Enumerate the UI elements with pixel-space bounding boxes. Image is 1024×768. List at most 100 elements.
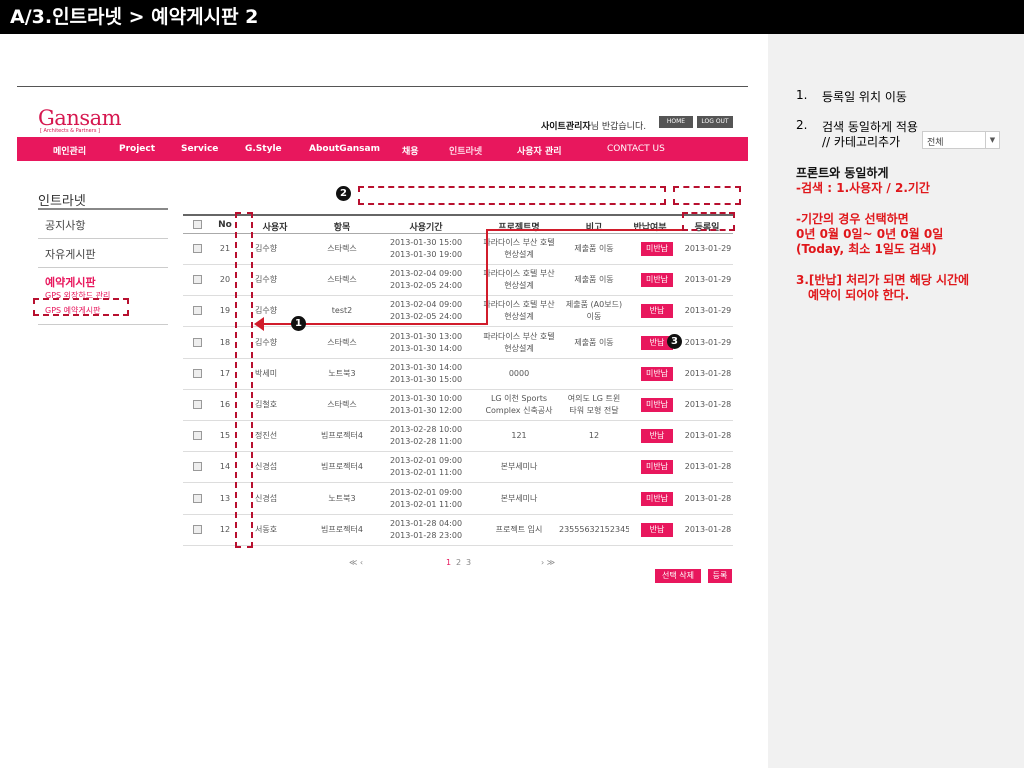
row-period-end: 2013-01-30 19:00: [389, 250, 463, 259]
row-return-status-button[interactable]: 반납: [641, 429, 673, 444]
row-item: 노트북3: [328, 368, 356, 378]
pager-page-2[interactable]: 2: [456, 558, 461, 567]
row-checkbox[interactable]: [193, 306, 202, 316]
chevron-down-icon: ▼: [985, 132, 999, 148]
row-user: 신경섭: [255, 493, 278, 503]
select-all-checkbox[interactable]: [193, 220, 202, 229]
row-note-line1: 여의도 LG 트윈: [567, 394, 621, 403]
row-item: 빔프로젝터4: [321, 462, 363, 472]
table-row[interactable]: 13 신경섭 노트북3 2013-02-01 09:00 2013-02-01 11:0…: [183, 484, 733, 515]
sidebar-item-free-board[interactable]: 자유게시판: [45, 246, 96, 262]
row-item: 빔프로젝터4: [321, 524, 363, 534]
row-note-line1: 제출품 이동: [574, 337, 614, 347]
row-checkbox[interactable]: [193, 400, 202, 409]
table-row[interactable]: 15 정진선 빔프로젝터4 2013-02-28 10:00 2013-02-28 11…: [183, 421, 733, 453]
row-note-line1: 제출품 이동: [574, 275, 614, 285]
home-button[interactable]: HOME: [659, 116, 693, 128]
annotation-reg-date-header-box: [682, 212, 735, 231]
table-row[interactable]: 21 김수향 스타렉스 2013-01-30 15:00 2013-01-30 19:0…: [183, 234, 733, 265]
annotation-search-box: [358, 186, 666, 205]
row-reg-date: 2013-01-29: [684, 306, 732, 316]
nav-contact[interactable]: CONTACT US: [607, 144, 665, 154]
row-checkbox[interactable]: [193, 244, 202, 253]
table-header: No 사용자 항목 사용기간 프로젝트명 비고 반납여부 등록일: [183, 214, 733, 234]
row-checkbox[interactable]: [193, 337, 202, 347]
table-row[interactable]: 16 김철호 스타렉스 2013-01-30 10:00 2013-01-30 12:0…: [183, 390, 733, 421]
row-return-status-button[interactable]: 미반납: [641, 398, 673, 412]
annotation-arrow-line: [486, 229, 682, 231]
row-note-line2: 타워 모형 전달: [569, 406, 619, 415]
row-reg-date: 2013-01-28: [684, 524, 732, 534]
note-1-text: 등록일 위치 이동: [822, 90, 907, 104]
main-nav: 메인관리 Project Service G.Style AboutGansam…: [17, 137, 748, 161]
row-no: 13: [219, 493, 231, 503]
col-project: 프로젝트명: [498, 223, 540, 233]
row-no: 15: [219, 431, 231, 441]
sidebar-divider: [38, 238, 168, 239]
row-item: 스타렉스: [327, 275, 357, 285]
row-item: 스타렉스: [327, 244, 357, 253]
nav-user-admin[interactable]: 사용자 관리: [517, 144, 562, 157]
row-note-line1: 12: [588, 431, 600, 441]
nav-about[interactable]: AboutGansam: [309, 144, 380, 154]
nav-intranet[interactable]: 인트라넷: [449, 144, 482, 157]
slide-title: A/3.인트라넷 > 예약게시판 2: [0, 0, 1024, 34]
nav-recruit[interactable]: 채용: [402, 144, 419, 157]
pager-page-1[interactable]: 1: [446, 558, 451, 567]
row-return-status-button[interactable]: 반납: [641, 304, 673, 319]
row-period-end: 2013-02-28 11:00: [389, 437, 463, 447]
delete-selected-button[interactable]: 선택 삭제: [655, 569, 701, 583]
nav-service[interactable]: Service: [181, 144, 218, 154]
table-row[interactable]: 20 김수향 스타렉스 2013-02-04 09:00 2013-02-05 24:0…: [183, 265, 733, 297]
nav-project[interactable]: Project: [119, 144, 155, 154]
row-note-line1: 제출품 (A0보드): [565, 300, 623, 310]
row-no: 16: [219, 400, 231, 409]
nav-gstyle[interactable]: G.Style: [245, 144, 282, 154]
row-no: 21: [219, 244, 231, 253]
row-period-start: 2013-02-01 09:00: [389, 487, 463, 497]
row-user: 박세미: [255, 368, 278, 378]
row-return-status-button[interactable]: 미반납: [641, 460, 673, 475]
row-checkbox[interactable]: [193, 275, 202, 285]
row-reg-date: 2013-01-28: [684, 462, 732, 472]
row-checkbox[interactable]: [193, 493, 202, 503]
table-row[interactable]: 14 신경섭 빔프로젝터4 2013-02-01 09:00 2013-02-01 11…: [183, 452, 733, 484]
row-checkbox[interactable]: [193, 368, 202, 378]
row-user: 김수향: [255, 337, 278, 347]
row-project-line2: 현상설계: [504, 343, 534, 353]
nav-main-admin[interactable]: 메인관리: [53, 144, 86, 157]
row-checkbox[interactable]: [193, 431, 202, 441]
row-return-status-button[interactable]: 미반납: [641, 366, 673, 381]
sidebar-item-reservation[interactable]: 예약게시판: [45, 274, 96, 290]
row-period-end: 2013-02-05 24:00: [389, 312, 463, 322]
row-no: 17: [219, 368, 231, 378]
register-button[interactable]: 등록: [708, 569, 732, 583]
row-checkbox[interactable]: [193, 524, 202, 534]
table-row[interactable]: 12 서동호 빔프로젝터4 2013-01-28 04:00 2013-01-28 23…: [183, 515, 733, 546]
pager-prev-buttons[interactable]: ≪ ‹: [349, 558, 363, 567]
row-item: 노트북3: [328, 493, 356, 503]
row-reg-date: 2013-01-29: [684, 275, 732, 285]
table-row[interactable]: 17 박세미 노트북3 2013-01-30 14:00 2013-01-30 15:0…: [183, 359, 733, 390]
table-row[interactable]: 18 김수향 스타렉스 2013-01-30 13:00 2013-01-30 14:0…: [183, 328, 733, 359]
row-project-line1: 0000: [508, 368, 530, 378]
row-note-line1: 제출품 이동: [574, 244, 614, 253]
row-period-end: 2013-01-30 15:00: [389, 374, 463, 384]
sidebar-item-notice[interactable]: 공지사항: [45, 217, 85, 233]
row-return-status-button[interactable]: 미반납: [641, 273, 673, 288]
row-checkbox[interactable]: [193, 462, 202, 472]
row-return-status-button[interactable]: 미반납: [641, 491, 673, 506]
col-no: No: [218, 220, 232, 230]
pager-next-buttons[interactable]: › ≫: [541, 558, 555, 567]
col-user: 사용자: [262, 223, 288, 233]
row-project-line1: 파라다이스 부산 호텔: [483, 331, 555, 341]
logout-button[interactable]: LOG OUT: [697, 116, 733, 128]
row-return-status-button[interactable]: 반납: [641, 522, 673, 537]
note-2-number: 2.: [796, 118, 808, 132]
note-period-today: (Today, 최소 1일도 검색): [796, 242, 937, 256]
row-return-status-button[interactable]: 미반납: [641, 242, 673, 256]
category-select[interactable]: 전체 ▼: [922, 131, 1000, 149]
pager-page-3[interactable]: 3: [466, 558, 471, 567]
row-period-start: 2013-02-04 09:00: [389, 300, 463, 310]
site-logo[interactable]: Gansam: [38, 106, 122, 130]
